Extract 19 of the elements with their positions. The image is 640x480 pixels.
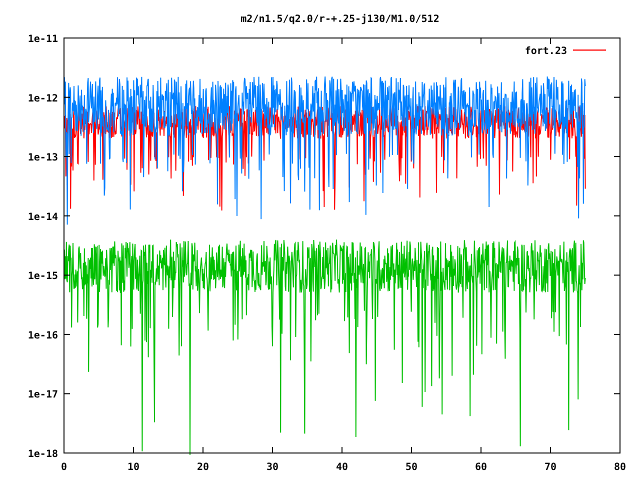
- y-tick-label: 1e-13: [28, 152, 58, 164]
- y-tick-label: 1e-17: [28, 390, 58, 401]
- x-tick-label: 50: [405, 462, 418, 473]
- x-tick-label: 0: [60, 462, 68, 473]
- y-tick-label: 1e-11: [28, 34, 58, 45]
- x-tick-label: 40: [336, 462, 348, 473]
- y-tick-label: 1e-14: [28, 212, 58, 223]
- x-tick-label: 60: [474, 462, 488, 473]
- x-tick-label: 70: [544, 462, 557, 473]
- x-tick-label: 10: [127, 462, 140, 473]
- y-tick-label: 1e-15: [28, 271, 58, 282]
- chart-title: m2/n1.5/q2.0/r-+.25-j130/M1.0/512: [240, 14, 440, 25]
- y-tick-label: 1e-18: [28, 449, 58, 460]
- x-tick-label: 30: [266, 462, 279, 473]
- y-tick-label: 1e-16: [28, 330, 58, 342]
- x-tick-label: 20: [196, 462, 210, 473]
- y-tick-label: 1e-12: [28, 93, 58, 104]
- legend-label: fort.23: [524, 46, 567, 57]
- x-tick-label: 80: [614, 462, 626, 473]
